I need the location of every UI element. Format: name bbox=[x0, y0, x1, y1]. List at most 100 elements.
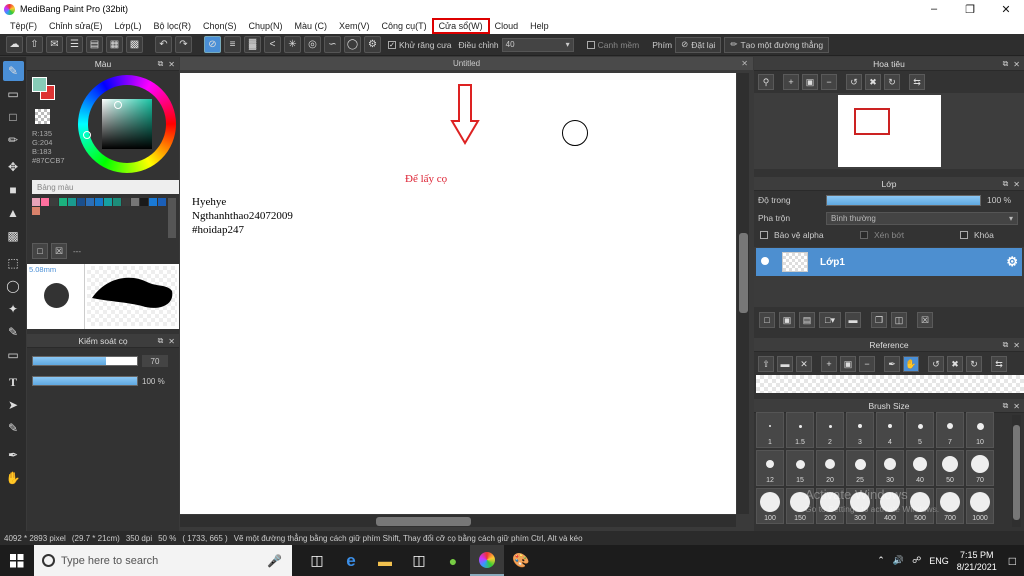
horizontal-scrollbar[interactable] bbox=[180, 515, 736, 527]
new-page-icon[interactable]: □ bbox=[32, 243, 48, 259]
close-icon[interactable]: ✕ bbox=[1013, 341, 1020, 350]
new-layer-icon[interactable]: □ bbox=[759, 312, 775, 328]
minimize-icon[interactable]: – bbox=[916, 0, 952, 18]
palette-swatch[interactable] bbox=[86, 198, 94, 206]
close-icon[interactable]: ✕ bbox=[1013, 60, 1020, 69]
zoom-icon[interactable]: ⚲ bbox=[758, 74, 774, 90]
clipping-checkbox[interactable] bbox=[860, 231, 868, 239]
menu-edit[interactable]: Chỉnh sửa(E) bbox=[43, 19, 109, 33]
palette-swatch[interactable] bbox=[59, 198, 67, 206]
comment-icon[interactable]: ✉ bbox=[46, 36, 63, 53]
brush-size-cell[interactable]: 40 bbox=[906, 450, 934, 486]
brush-size-cell[interactable]: 100 bbox=[756, 488, 784, 524]
divide-tool-icon[interactable]: ✎ bbox=[3, 418, 24, 438]
magic-wand-icon[interactable]: ✦ bbox=[3, 299, 24, 319]
reference-view[interactable] bbox=[756, 375, 1024, 393]
vertical-scrollbar[interactable] bbox=[737, 73, 749, 514]
palette-swatch[interactable] bbox=[158, 198, 166, 206]
brush-size-cell[interactable]: 10 bbox=[966, 412, 994, 448]
task-view-icon[interactable]: ◫ bbox=[300, 545, 334, 576]
operation-tool-icon[interactable]: ➤ bbox=[3, 395, 24, 415]
snap-radial-icon[interactable]: ✳ bbox=[284, 36, 301, 53]
brush-size-cell[interactable]: 3 bbox=[846, 412, 874, 448]
brush-size-cell[interactable]: 2 bbox=[816, 412, 844, 448]
menu-filter[interactable]: Bộ lọc(R) bbox=[147, 19, 197, 33]
export-icon[interactable]: ⇧ bbox=[26, 36, 43, 53]
move-tool-icon[interactable]: ✥ bbox=[3, 157, 24, 177]
brush-size-scrollbar[interactable] bbox=[1012, 415, 1021, 527]
saturation-square[interactable] bbox=[102, 99, 152, 149]
palette-swatch[interactable] bbox=[95, 198, 103, 206]
windows-start-icon[interactable] bbox=[0, 545, 34, 576]
text-tool-icon[interactable]: T bbox=[3, 372, 24, 392]
palette-swatch[interactable] bbox=[131, 198, 139, 206]
float-icon[interactable]: ⧉ bbox=[158, 59, 164, 69]
zoom-in-icon[interactable]: + bbox=[821, 356, 837, 372]
menu-help[interactable]: Help bbox=[524, 19, 555, 33]
menu-layer[interactable]: Lớp(L) bbox=[109, 19, 148, 33]
microphone-icon[interactable]: 🎤 bbox=[267, 554, 282, 568]
menu-file[interactable]: Tệp(F) bbox=[4, 19, 43, 33]
fill-rect-tool-icon[interactable]: ■ bbox=[3, 180, 24, 200]
close-icon[interactable]: ✕ bbox=[168, 60, 175, 69]
palette-scrollbar[interactable] bbox=[168, 198, 176, 238]
float-icon[interactable]: ⧉ bbox=[1003, 340, 1009, 350]
lock-checkbox[interactable] bbox=[960, 231, 968, 239]
palette-swatch[interactable] bbox=[68, 198, 76, 206]
viewport-frame[interactable] bbox=[854, 108, 890, 135]
palette-swatch[interactable] bbox=[113, 198, 121, 206]
brush-size-cell[interactable]: 700 bbox=[936, 488, 964, 524]
blend-mode-select[interactable]: Bình thường ▾ bbox=[826, 211, 1018, 225]
close-icon[interactable]: ✕ bbox=[741, 59, 748, 68]
document-tab[interactable]: Untitled ✕ bbox=[180, 57, 753, 70]
rotate-left-icon[interactable]: ↺ bbox=[846, 74, 862, 90]
chat-icon[interactable]: ☰ bbox=[66, 36, 83, 53]
rotate-reset-icon[interactable]: ✖ bbox=[947, 356, 963, 372]
brush-size-cell[interactable]: 25 bbox=[846, 450, 874, 486]
brush-size-cell[interactable]: 50 bbox=[936, 450, 964, 486]
notification-icon[interactable]: □ bbox=[1009, 554, 1016, 568]
brush-preview-panel[interactable]: 5.08mm bbox=[27, 264, 179, 329]
close-icon[interactable]: ✕ bbox=[1013, 180, 1020, 189]
palette-swatch[interactable] bbox=[122, 198, 130, 206]
duplicate-layer-icon[interactable]: ❐ bbox=[871, 312, 887, 328]
brush-size-cell[interactable]: 15 bbox=[786, 450, 814, 486]
fit-icon[interactable]: ▣ bbox=[802, 74, 818, 90]
navigator-preview[interactable] bbox=[754, 93, 1024, 169]
snap-off-icon[interactable]: ⊘ bbox=[204, 36, 221, 53]
drawing-canvas[interactable]: Để lấy cọ Hyehye Ngthanhthao24072009 #ho… bbox=[180, 73, 736, 514]
eyedropper-icon[interactable]: ✒ bbox=[3, 445, 24, 465]
brush-size-slider[interactable] bbox=[32, 356, 138, 366]
network-icon[interactable]: ☍ bbox=[912, 555, 921, 566]
rect-tool-icon[interactable]: □ bbox=[3, 107, 24, 127]
close-reference-icon[interactable]: ✕ bbox=[796, 356, 812, 372]
visibility-icon[interactable] bbox=[761, 257, 769, 265]
menu-window[interactable]: Cửa sổ(W) bbox=[431, 18, 490, 34]
new-halftone-layer-icon[interactable]: ▤ bbox=[799, 312, 815, 328]
file-explorer-icon[interactable]: ▬ bbox=[368, 545, 402, 576]
color-picker[interactable]: R:135 G:204 B:183 #87CCB7 bbox=[27, 71, 179, 177]
menu-tools[interactable]: Công cụ(T) bbox=[376, 19, 433, 33]
float-icon[interactable]: ⧉ bbox=[1003, 179, 1009, 189]
redo-icon[interactable]: ↷ bbox=[175, 36, 192, 53]
rotate-reset-icon[interactable]: ✖ bbox=[865, 74, 881, 90]
snap-curve-icon[interactable]: ∽ bbox=[324, 36, 341, 53]
brush-size-cell[interactable]: 7 bbox=[936, 412, 964, 448]
antialias-checkbox[interactable]: ✓ Khử răng cưa bbox=[388, 40, 452, 50]
open-folder-icon[interactable]: ▬ bbox=[777, 356, 793, 372]
eraser-tool-icon[interactable]: ▭ bbox=[3, 84, 24, 104]
hue-ring[interactable] bbox=[78, 75, 176, 173]
edge-icon[interactable]: e bbox=[334, 545, 368, 576]
fit-icon[interactable]: ▣ bbox=[840, 356, 856, 372]
close-icon[interactable]: ✕ bbox=[988, 0, 1024, 18]
flip-icon[interactable]: ⇆ bbox=[991, 356, 1007, 372]
grid-icon[interactable]: ▩ bbox=[126, 36, 143, 53]
select-pen-icon[interactable]: ✎ bbox=[3, 322, 24, 342]
clock[interactable]: 7:15 PM 8/21/2021 bbox=[957, 549, 997, 573]
dot-tool-icon[interactable]: ✏ bbox=[3, 130, 24, 150]
delete-layer-icon[interactable]: ☒ bbox=[917, 312, 933, 328]
brush-size-cell[interactable]: 4 bbox=[876, 412, 904, 448]
menu-cloud[interactable]: Cloud bbox=[489, 19, 525, 33]
medibang-taskbar-icon[interactable] bbox=[470, 545, 504, 576]
snap-parallel-icon[interactable]: ≡ bbox=[224, 36, 241, 53]
